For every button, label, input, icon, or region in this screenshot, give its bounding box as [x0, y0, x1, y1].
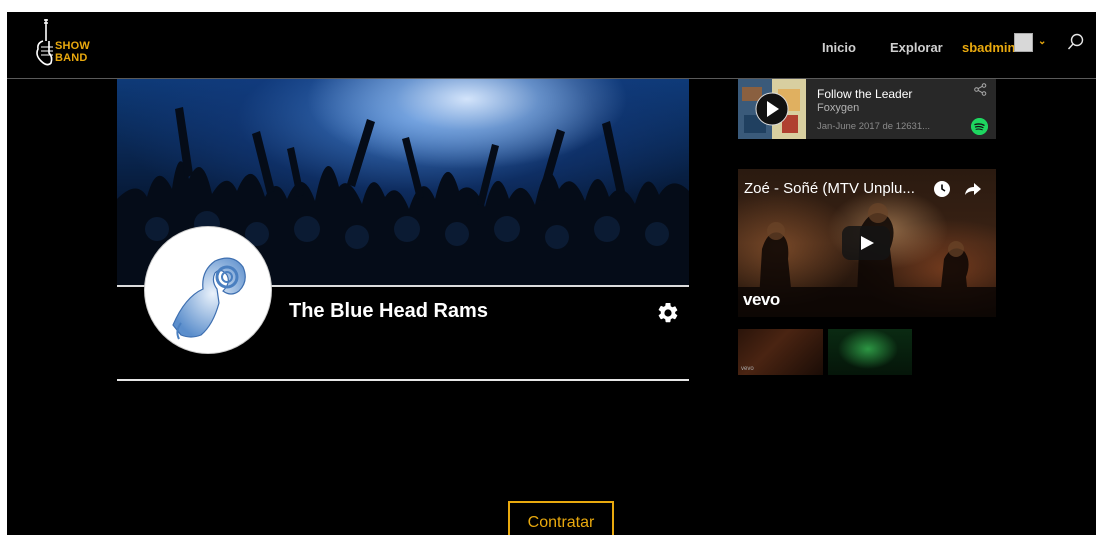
logo-line-1: SHOW: [55, 40, 91, 52]
logo-line-2: BAND: [55, 52, 88, 64]
video-thumbnail[interactable]: vevo: [738, 329, 823, 375]
video-title[interactable]: Zoé - Soñé (MTV Unplu...: [744, 180, 915, 197]
share-icon[interactable]: [974, 83, 987, 96]
logo-wordmark[interactable]: SHOW BAND: [55, 40, 90, 64]
track-artist[interactable]: Foxygen: [817, 102, 859, 114]
ram-head-icon: [172, 257, 246, 340]
app-stage: SHOW BAND Inicio Explorar sbadmin ⌄ The …: [7, 12, 1096, 535]
vevo-logo: vevo: [743, 290, 780, 309]
forward-share-icon[interactable]: [964, 180, 982, 198]
nav-explorar-link[interactable]: Explorar: [890, 40, 943, 55]
nav-inicio-link[interactable]: Inicio: [822, 40, 856, 55]
hire-button[interactable]: Contratar: [508, 501, 614, 535]
play-button[interactable]: [842, 226, 890, 260]
track-title[interactable]: Follow the Leader: [817, 87, 912, 101]
video-thumbnail[interactable]: [828, 329, 912, 375]
gear-icon[interactable]: [656, 301, 680, 325]
search-icon[interactable]: [1067, 33, 1085, 51]
thumb-vevo-label: vevo: [741, 366, 754, 372]
album-art[interactable]: [738, 79, 806, 139]
user-menu-name[interactable]: sbadmin: [962, 40, 1015, 55]
video-thumbnails: vevo: [738, 329, 912, 375]
chevron-down-icon[interactable]: ⌄: [1038, 36, 1046, 47]
spotify-player: Follow the Leader Foxygen Jan-June 2017 …: [738, 79, 996, 139]
band-avatar[interactable]: [144, 226, 272, 354]
user-avatar[interactable]: [1014, 33, 1033, 52]
profile-divider: [117, 379, 689, 381]
video-embed[interactable]: Zoé - Soñé (MTV Unplu... vevo: [738, 169, 996, 317]
clock-icon[interactable]: [933, 180, 951, 198]
navbar: SHOW BAND Inicio Explorar sbadmin ⌄: [7, 12, 1096, 79]
playlist-name[interactable]: Jan-June 2017 de 12631...: [817, 121, 930, 132]
band-name-heading: The Blue Head Rams: [289, 300, 488, 322]
spotify-icon[interactable]: [971, 118, 988, 135]
